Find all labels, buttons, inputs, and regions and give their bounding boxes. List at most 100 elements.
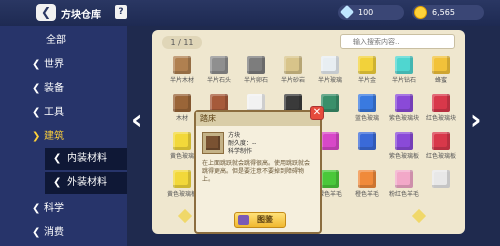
- block-label: 半片木材: [169, 77, 194, 84]
- block-label: 半片玻璃: [317, 77, 342, 84]
- sidebar-item-building[interactable]: ❯ 建筑: [30, 126, 127, 148]
- block-label: 紫色玻璃板: [388, 153, 419, 160]
- block-label: 半片砂岩: [280, 77, 305, 84]
- block-icon: [173, 94, 191, 112]
- sidebar-item-equipment[interactable]: ❮ 装备: [30, 78, 127, 100]
- block-slot[interactable]: [349, 132, 385, 162]
- chevron-left-icon: ❮: [32, 107, 41, 118]
- block-slot[interactable]: 半片卵石: [238, 56, 274, 86]
- item-icon-box: [202, 132, 224, 154]
- top-bar: ❮ 方块仓库 ? 100 6,565: [0, 0, 500, 26]
- sidebar-item-science[interactable]: ❮ 科学: [30, 198, 127, 220]
- block-slot[interactable]: [423, 170, 459, 200]
- chevron-left-icon: ❮: [32, 83, 41, 94]
- sidebar-item-all[interactable]: 全部: [30, 30, 127, 52]
- sidebar-item-tools[interactable]: ❮ 工具: [30, 102, 127, 124]
- search-input[interactable]: [340, 34, 455, 49]
- sidebar-item-exterior-material[interactable]: ❮ 外装材料: [45, 172, 127, 194]
- block-icon: [173, 170, 191, 188]
- page-indicator: 1 / 11: [162, 36, 202, 49]
- block-slot[interactable]: 红色玻璃块: [423, 94, 459, 124]
- next-page-arrow-icon[interactable]: ›: [470, 103, 482, 136]
- chevron-left-icon: ❮: [53, 177, 62, 188]
- block-icon: [321, 56, 339, 74]
- block-icon: [210, 56, 228, 74]
- item-category: 科学制作: [228, 148, 253, 155]
- sidebar-item-world[interactable]: ❮ 世界: [30, 54, 127, 76]
- block-label: 橙色羊毛: [354, 191, 379, 198]
- block-slot[interactable]: 蓝色玻璃: [349, 94, 385, 124]
- block-slot[interactable]: 半片砂岩: [275, 56, 311, 86]
- block-icon: [173, 56, 191, 74]
- sidebar-item-label: 全部: [46, 35, 66, 46]
- item-description: 在上面跳跃就会跳得很高。使用跳跃就会跳得更高。但是要注意不要掉到障碍物上。: [202, 160, 311, 183]
- diamond-balance: 100: [338, 4, 404, 20]
- item-detail-popup: 踏床 ✕ 方块 耐久度：-- 科学制作 在上面跳跃就会跳得很高。使用跳跃就会跳得…: [194, 106, 324, 234]
- block-slot[interactable]: 半片金: [349, 56, 385, 86]
- block-slot[interactable]: 紫色玻璃板: [386, 132, 422, 162]
- block-icon: [247, 56, 265, 74]
- prev-page-arrow-icon[interactable]: ‹: [131, 103, 143, 136]
- block-label: 半片卵石: [243, 77, 268, 84]
- back-arrow-icon[interactable]: ❮: [36, 4, 56, 21]
- block-label: 蓝色玻璃: [354, 115, 379, 122]
- sidebar-item-label: 世界: [44, 59, 64, 70]
- block-icon: [395, 170, 413, 188]
- block-icon: [395, 56, 413, 74]
- chevron-left-icon: ❮: [32, 227, 41, 238]
- block-slot[interactable]: 蜂蜜: [423, 56, 459, 86]
- sidebar-item-label: 工具: [44, 107, 64, 118]
- block-icon: [358, 170, 376, 188]
- chevron-left-icon: ❮: [32, 59, 41, 70]
- block-icon: [321, 132, 339, 150]
- chevron-down-icon: ❯: [32, 131, 41, 142]
- block-icon: [432, 132, 450, 150]
- block-icon: [358, 56, 376, 74]
- sidebar-item-label: 建筑: [44, 131, 64, 142]
- block-label: 粉红色羊毛: [388, 191, 419, 198]
- block-label: 半片钻石: [391, 77, 416, 84]
- block-label: 蜂蜜: [434, 77, 447, 84]
- block-slot[interactable]: 粉红色羊毛: [386, 170, 422, 200]
- popup-title: 踏床: [196, 112, 320, 126]
- encyclopedia-button[interactable]: 图鉴: [234, 212, 286, 228]
- block-icon: [432, 56, 450, 74]
- block-slot[interactable]: 紫色玻璃块: [386, 94, 422, 124]
- sidebar-item-label: 外装材料: [67, 177, 107, 188]
- chevron-left-icon: ❮: [53, 153, 62, 164]
- block-icon: [358, 94, 376, 112]
- block-label: 红色玻璃板: [425, 153, 456, 160]
- block-icon: [432, 170, 450, 188]
- category-sidebar: 全部 ❮ 世界 ❮ 装备 ❮ 工具 ❯ 建筑 ❮ 内装材料 ❮ 外装材料 ❮ 科…: [0, 26, 127, 246]
- close-icon[interactable]: ✕: [310, 106, 324, 120]
- sidebar-item-label: 消费: [44, 227, 64, 238]
- block-icon: [358, 132, 376, 150]
- block-slot[interactable]: 半片玻璃: [312, 56, 348, 86]
- sidebar-item-label: 内装材料: [67, 153, 107, 164]
- block-slot[interactable]: 红色玻璃板: [423, 132, 459, 162]
- coin-count: 6,565: [432, 8, 455, 17]
- block-icon: [321, 170, 339, 188]
- book-icon: [238, 215, 249, 225]
- item-type: 方块: [228, 132, 241, 139]
- block-slot[interactable]: 半片钻石: [386, 56, 422, 86]
- block-slot[interactable]: 半片木材: [164, 56, 200, 86]
- block-icon: [395, 132, 413, 150]
- block-icon: [173, 132, 191, 150]
- coin-balance: 6,565: [412, 5, 484, 20]
- sidebar-item-consumables[interactable]: ❮ 消费: [30, 222, 127, 244]
- block-slot[interactable]: 橙色羊毛: [349, 170, 385, 200]
- encyclopedia-button-label: 图鉴: [257, 215, 273, 224]
- trampoline-block-icon: [206, 136, 220, 150]
- sidebar-item-interior-material[interactable]: ❮ 内装材料: [45, 148, 127, 170]
- block-slot[interactable]: 半片石头: [201, 56, 237, 86]
- block-icon: [432, 94, 450, 112]
- sidebar-item-label: 科学: [44, 203, 64, 214]
- block-label: 半片石头: [206, 77, 231, 84]
- chevron-left-icon: ❮: [32, 203, 41, 214]
- block-icon: [284, 56, 302, 74]
- item-info: 方块 耐久度：-- 科学制作: [228, 132, 256, 156]
- diamond-count: 100: [358, 8, 374, 17]
- page-title: 方块仓库: [61, 10, 101, 21]
- help-button[interactable]: ?: [115, 5, 127, 19]
